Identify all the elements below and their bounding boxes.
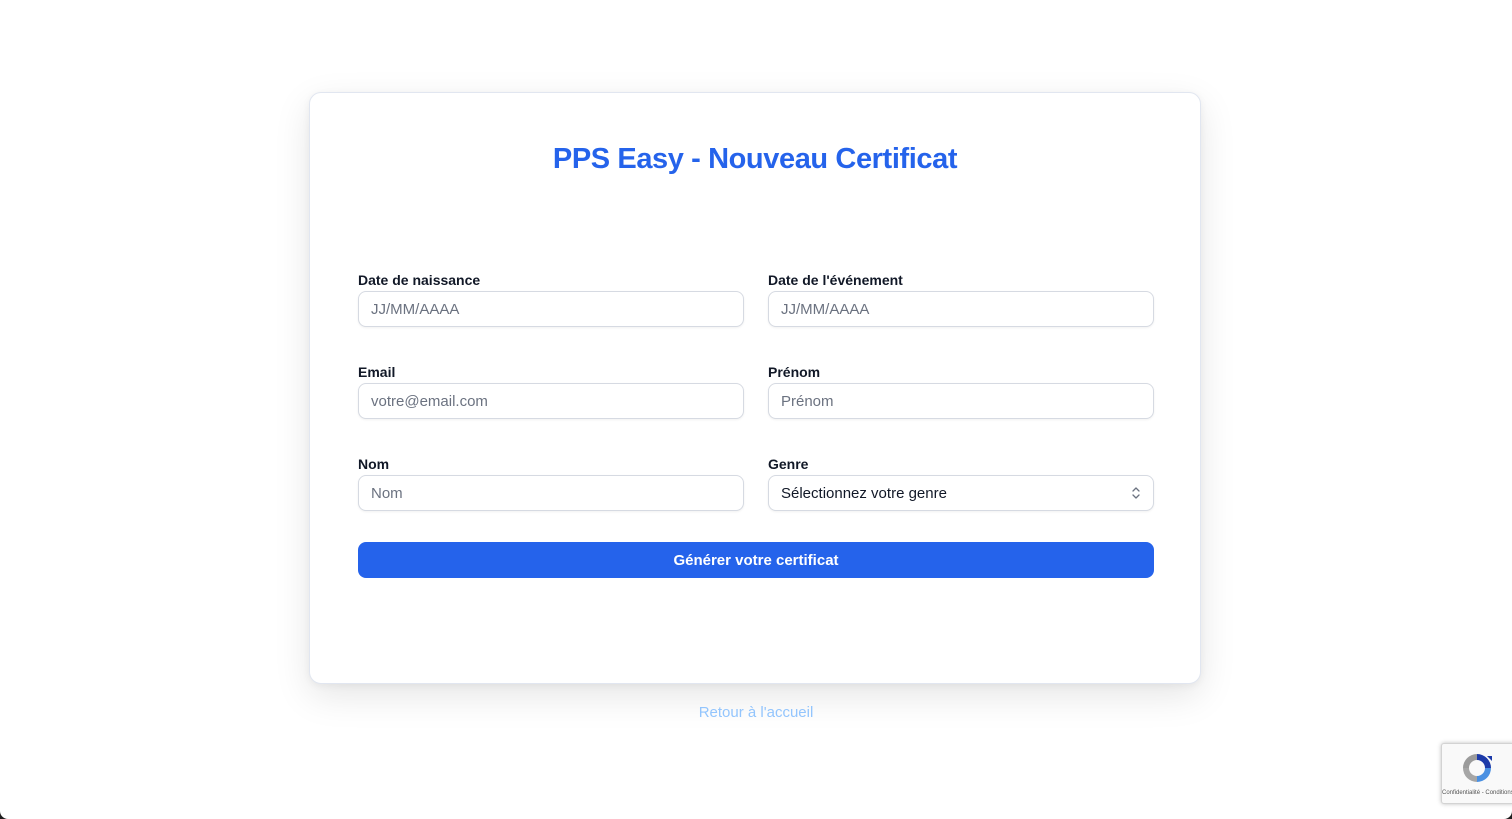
- event-date-input[interactable]: [768, 291, 1154, 327]
- recaptcha-logo-icon: [1463, 754, 1492, 782]
- certificate-form-card: PPS Easy - Nouveau Certificat Date de na…: [309, 92, 1201, 684]
- recaptcha-terms[interactable]: Confidentialité - Conditions: [1442, 790, 1512, 796]
- email-field: Email: [358, 363, 744, 419]
- email-input[interactable]: [358, 383, 744, 419]
- gender-label: Genre: [768, 456, 809, 472]
- first-name-field: Prénom: [768, 363, 1154, 419]
- last-name-input[interactable]: [358, 475, 744, 511]
- page: PPS Easy - Nouveau Certificat Date de na…: [0, 0, 1512, 819]
- back-to-home-link[interactable]: Retour à l'accueil: [0, 704, 1512, 721]
- last-name-label: Nom: [358, 456, 390, 472]
- event-date-field: Date de l'événement: [768, 271, 1154, 327]
- chevron-up-down-icon: [1132, 487, 1140, 499]
- window-corner: [0, 811, 8, 819]
- event-date-label: Date de l'événement: [768, 272, 903, 288]
- last-name-field: Nom: [358, 455, 744, 511]
- gender-select[interactable]: Sélectionnez votre genre: [768, 475, 1154, 511]
- birth-date-label: Date de naissance: [358, 272, 481, 288]
- first-name-label: Prénom: [768, 364, 821, 380]
- birth-date-input[interactable]: [358, 291, 744, 327]
- gender-select-value: Sélectionnez votre genre: [781, 484, 947, 502]
- recaptcha-badge[interactable]: Confidentialité - Conditions: [1441, 743, 1512, 804]
- page-title: PPS Easy - Nouveau Certificat: [552, 143, 958, 175]
- window-corner: [1504, 811, 1512, 819]
- email-label: Email: [358, 364, 396, 380]
- birth-date-field: Date de naissance: [358, 271, 744, 327]
- generate-certificate-button[interactable]: Générer votre certificat: [358, 542, 1154, 578]
- first-name-input[interactable]: [768, 383, 1154, 419]
- gender-field: Genre Sélectionnez votre genre: [768, 455, 1154, 511]
